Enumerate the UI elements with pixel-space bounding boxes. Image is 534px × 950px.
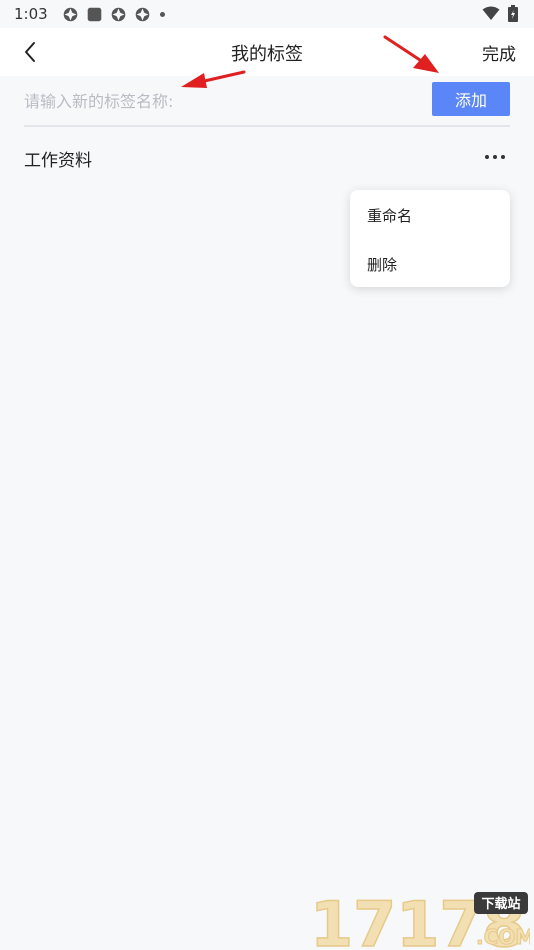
- rename-menu-item[interactable]: 重命名: [367, 205, 412, 226]
- done-button[interactable]: 完成: [482, 40, 516, 65]
- watermark-domain: .COM: [476, 925, 530, 949]
- app-square-icon: [87, 7, 101, 21]
- more-notifications-dot-icon: [159, 11, 165, 17]
- nav-bar: 我的标签 完成: [0, 28, 534, 76]
- page-title: 我的标签: [231, 44, 303, 65]
- wifi-icon: [482, 6, 500, 20]
- new-tag-row: 添加: [24, 76, 510, 126]
- app-notification-icon: [63, 7, 77, 21]
- tag-name: 工作资料: [24, 151, 92, 171]
- status-indicators: [482, 5, 518, 22]
- battery-icon: [508, 5, 518, 22]
- new-tag-input[interactable]: [24, 86, 414, 116]
- watermark-logo: 17178 下载站 .COM: [308, 887, 534, 950]
- tag-context-menu: 重命名 删除: [350, 190, 510, 287]
- delete-menu-item[interactable]: 删除: [367, 254, 397, 275]
- app-notification-icon: [135, 7, 149, 21]
- watermark-graphic: 17178 下载站 .COM: [309, 887, 534, 950]
- tag-list-item[interactable]: 工作资料: [24, 140, 510, 176]
- input-divider: [24, 125, 510, 127]
- add-button[interactable]: 添加: [432, 82, 510, 116]
- more-options-icon[interactable]: [484, 148, 506, 166]
- status-bar: 1:03: [0, 0, 534, 28]
- watermark-badge: 下载站: [481, 896, 520, 912]
- status-time: 1:03: [14, 5, 48, 23]
- app-notification-icon: [111, 7, 125, 21]
